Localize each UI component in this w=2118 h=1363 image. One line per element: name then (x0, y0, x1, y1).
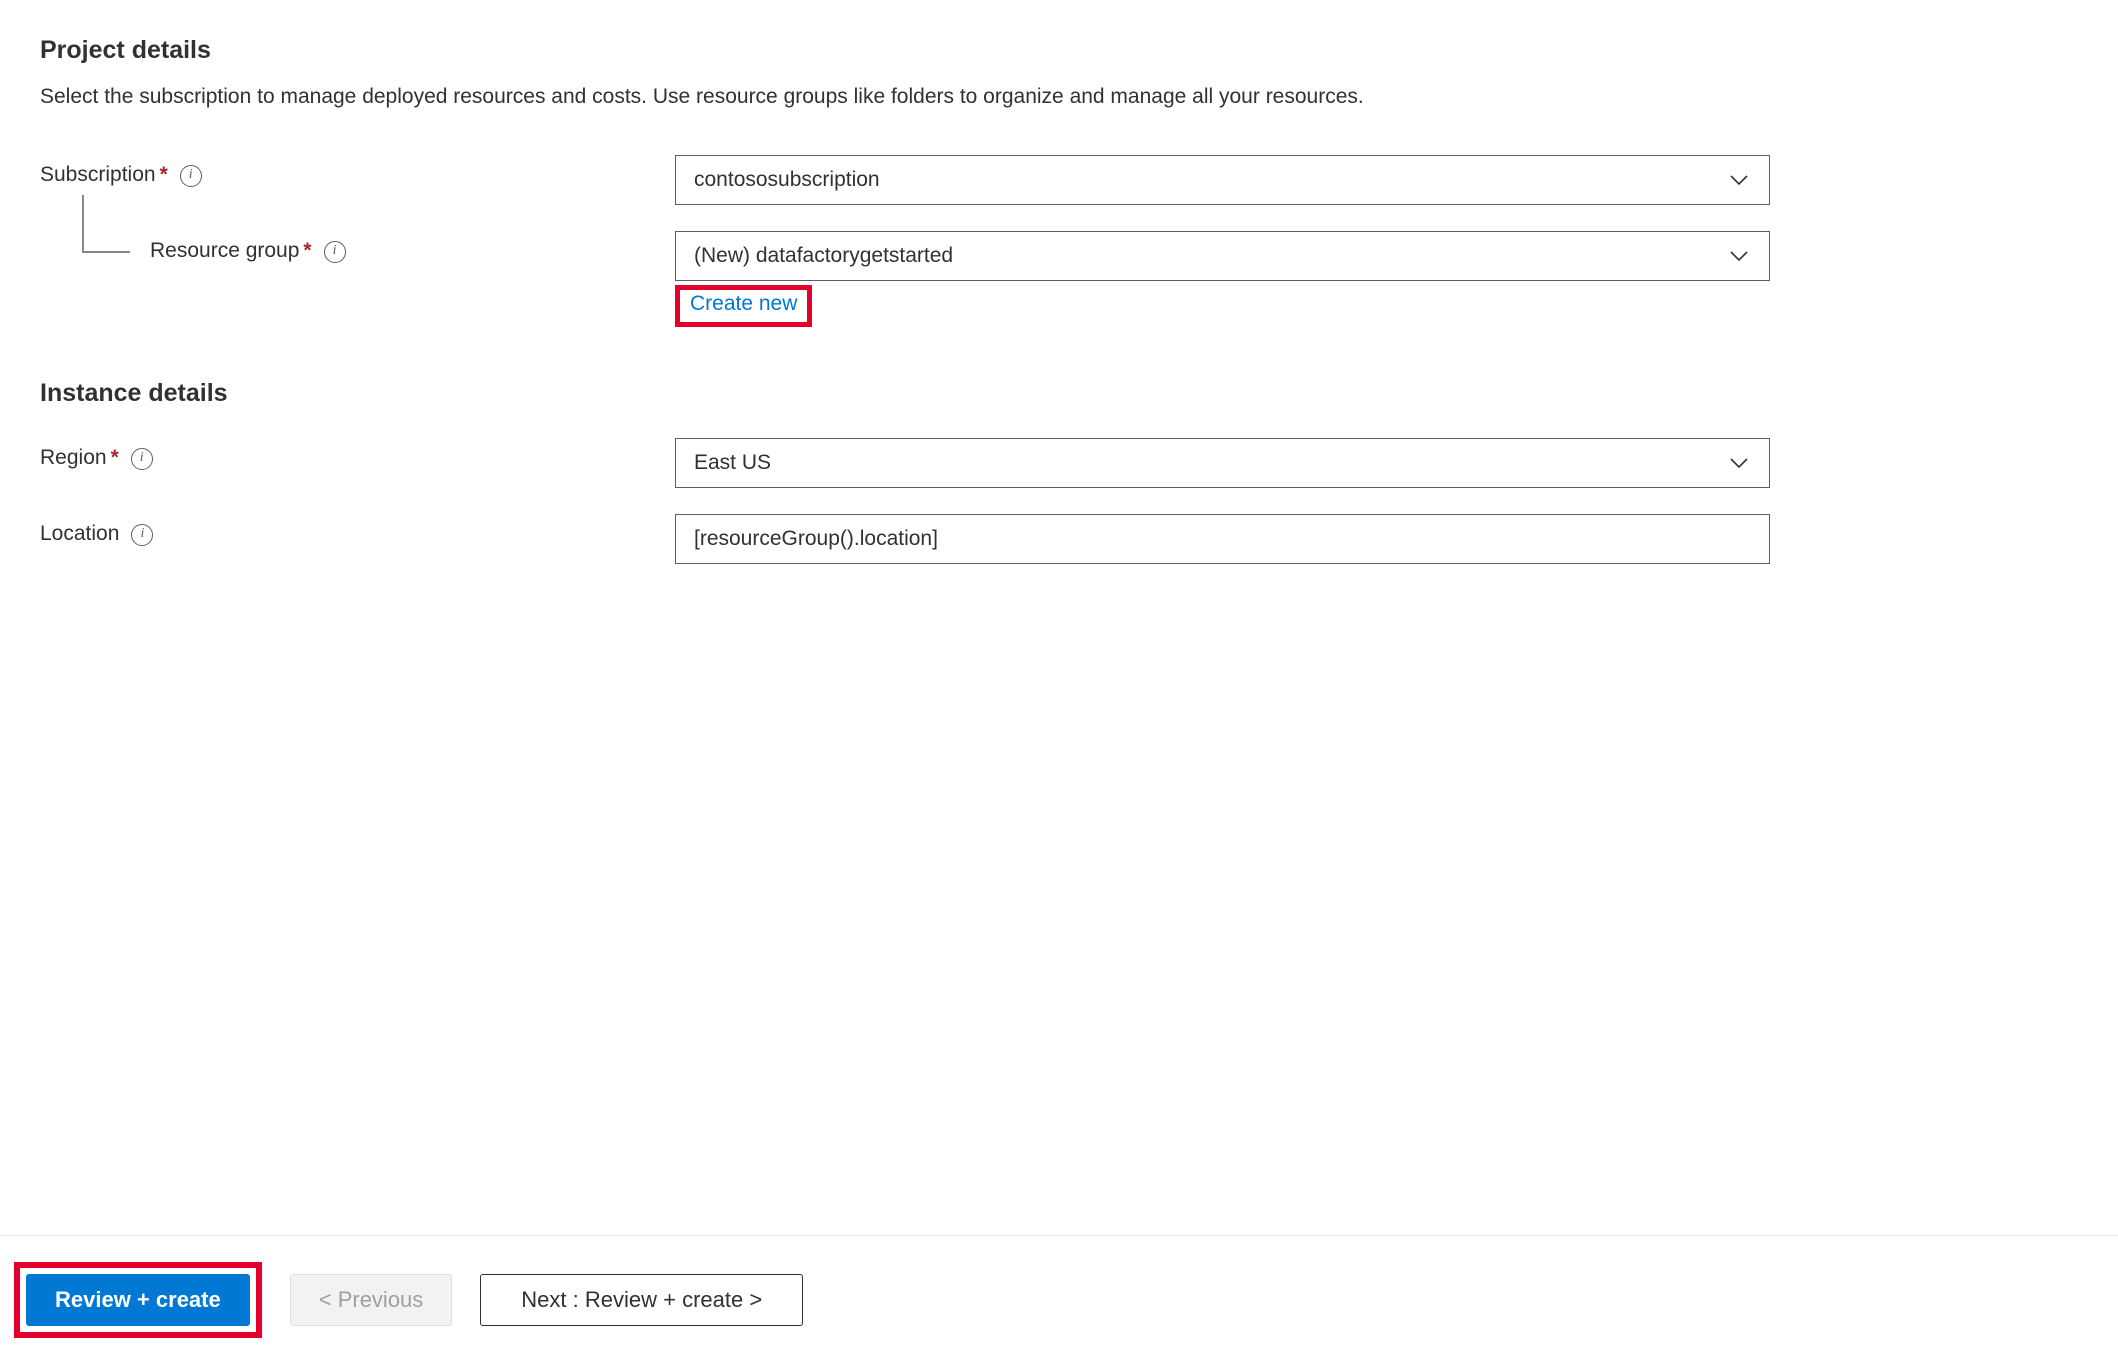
resource-group-label: Resource group (150, 239, 299, 263)
subscription-select[interactable]: contososubscription (675, 155, 1770, 205)
subscription-value: contososubscription (694, 168, 880, 192)
previous-button: < Previous (290, 1274, 453, 1326)
create-new-highlight: Create new (675, 285, 812, 327)
info-icon[interactable] (180, 165, 202, 187)
region-label: Region (40, 446, 107, 470)
subscription-label: Subscription (40, 163, 156, 187)
instance-details-heading: Instance details (40, 379, 2078, 408)
footer-bar: Review + create < Previous Next : Review… (0, 1235, 2118, 1363)
resource-group-value: (New) datafactorygetstarted (694, 244, 953, 268)
create-new-link[interactable]: Create new (690, 292, 797, 316)
project-details-heading: Project details (40, 36, 2078, 65)
region-value: East US (694, 451, 771, 475)
chevron-down-icon (1727, 451, 1751, 475)
info-icon[interactable] (131, 448, 153, 470)
subscription-row: Subscription * contososubscription (40, 155, 2078, 205)
required-mark: * (160, 163, 168, 187)
required-mark: * (303, 239, 311, 263)
region-select[interactable]: East US (675, 438, 1770, 488)
chevron-down-icon (1727, 244, 1751, 268)
location-row: Location (40, 514, 2078, 564)
region-row: Region * East US (40, 438, 2078, 488)
chevron-down-icon (1727, 168, 1751, 192)
next-button[interactable]: Next : Review + create > (480, 1274, 803, 1326)
resource-group-select[interactable]: (New) datafactorygetstarted (675, 231, 1770, 281)
required-mark: * (111, 446, 119, 470)
resource-group-row: Resource group * (New) datafactorygetsta… (40, 231, 2078, 327)
tree-connector-icon (82, 195, 130, 253)
review-create-button[interactable]: Review + create (26, 1274, 250, 1326)
location-label: Location (40, 522, 119, 546)
info-icon[interactable] (324, 241, 346, 263)
info-icon[interactable] (131, 524, 153, 546)
project-details-description: Select the subscription to manage deploy… (40, 81, 1640, 113)
location-input[interactable] (675, 514, 1770, 564)
review-create-highlight: Review + create (14, 1262, 262, 1338)
